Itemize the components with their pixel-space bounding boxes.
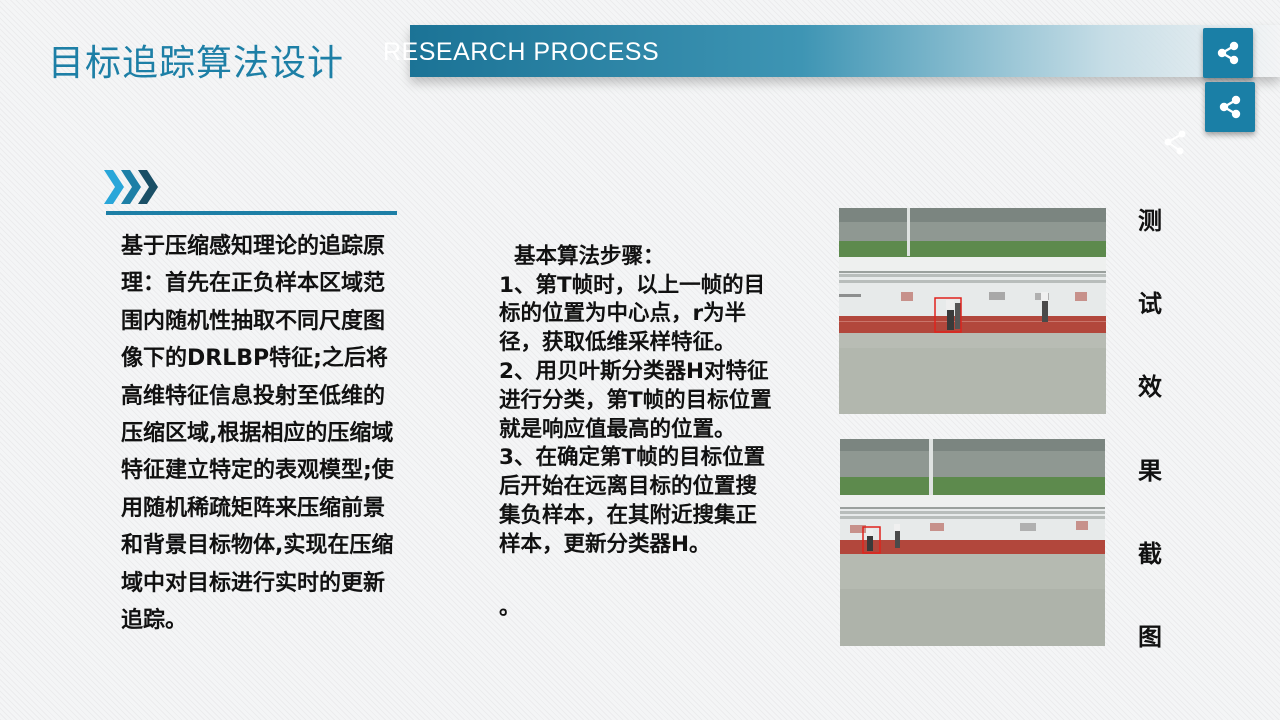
label-char: 果 <box>1138 456 1162 485</box>
running-track-scene <box>840 439 1105 646</box>
slide-title: 目标追踪算法设计 <box>48 43 345 84</box>
share-dots-decoration-icon <box>1164 130 1186 155</box>
compressive-sensing-description: 基于压缩感知理论的追踪原理：首先在正负样本区域范围内随机性抽取不同尺度图像下的D… <box>121 234 394 634</box>
share-button-primary[interactable] <box>1203 28 1253 78</box>
share-button-secondary[interactable] <box>1205 82 1255 132</box>
share-icon <box>1219 95 1241 119</box>
label-char: 测 <box>1138 207 1162 235</box>
label-char: 效 <box>1138 373 1162 402</box>
label-char: 试 <box>1138 290 1162 319</box>
label-char: 截 <box>1138 539 1162 568</box>
banner-text: RESEARCH PROCESS <box>383 38 660 66</box>
test-results-label: 测 试 效 果 截 图 <box>1134 204 1166 703</box>
algorithm-steps: 基本算法步骤： 1、第T帧时，以上一帧的目标的位置为中心点，r为半径，获取低维采… <box>499 214 774 652</box>
share-icon <box>1217 41 1239 65</box>
test-screenshot-1 <box>839 208 1106 414</box>
algorithm-steps-text: 基本算法步骤： 1、第T帧时，以上一帧的目标的位置为中心点，r为半径，获取低维采… <box>499 243 772 557</box>
section-underline <box>106 211 397 215</box>
algorithm-trailing-mark: 。 <box>499 595 521 621</box>
label-char: 图 <box>1138 622 1162 651</box>
test-screenshot-2 <box>840 439 1105 646</box>
running-track-scene <box>839 208 1106 414</box>
triple-chevron-right-icon <box>104 170 158 204</box>
